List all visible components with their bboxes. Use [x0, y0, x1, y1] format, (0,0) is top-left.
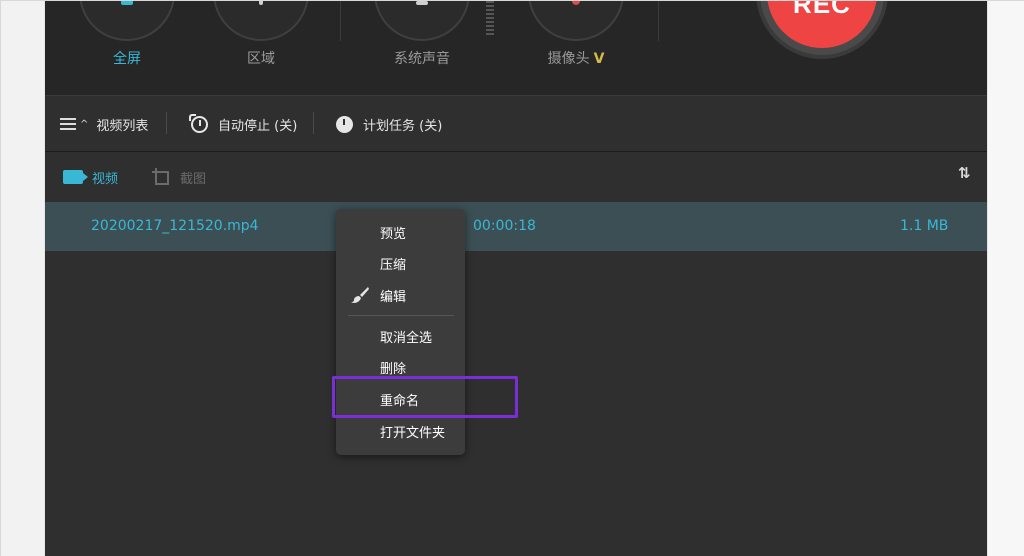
window-frame: 全屏 区域 系统声音 摄像头 V REC ^ 视频列表 自动停止 (关) 计划任…: [0, 0, 1024, 556]
context-menu: 预览 压缩 编辑 取消全选 删除 重命名 打开文件夹: [336, 209, 465, 455]
file-duration: 00:00:18: [473, 218, 536, 234]
rec-button[interactable]: REC: [756, 1, 888, 59]
menu-item-open-folder[interactable]: 打开文件夹: [336, 419, 465, 443]
menu-item-compress[interactable]: 压缩: [336, 251, 465, 275]
table-row[interactable]: 20200217_121520.mp4 00:00:18 1.1 MB: [45, 202, 987, 251]
mode-system-audio-label: 系统声音: [394, 51, 450, 67]
scheduled-task-label: 计划任务 (关): [363, 118, 443, 134]
caret-up-icon: ^: [80, 118, 89, 130]
recorder-app: 全屏 区域 系统声音 摄像头 V REC ^ 视频列表 自动停止 (关) 计划任…: [45, 1, 987, 556]
audio-level-meter: [486, 1, 494, 37]
scheduled-task-button[interactable]: 计划任务 (关): [336, 96, 442, 152]
toolbar-separator: [166, 112, 167, 134]
mode-system-audio[interactable]: 系统声音: [362, 1, 482, 95]
fullscreen-icon: [79, 1, 175, 41]
menu-item-label: 压缩: [380, 258, 407, 273]
camera-label-text: 摄像头: [547, 51, 590, 67]
menu-divider: [348, 315, 454, 316]
left-margin: [1, 1, 45, 556]
media-tabs: 视频 截图 ⇅: [45, 152, 987, 202]
menu-item-preview[interactable]: 预览: [336, 220, 465, 244]
menu-item-deselect-all[interactable]: 取消全选: [336, 324, 465, 348]
file-name: 20200217_121520.mp4: [91, 218, 259, 234]
crop-icon: [152, 168, 170, 186]
rec-label: REC: [793, 1, 851, 19]
video-list-label: 视频列表: [96, 118, 149, 134]
file-size: 1.1 MB: [900, 218, 949, 234]
menu-item-label: 预览: [380, 227, 407, 242]
mode-bar: 全屏 区域 系统声音 摄像头 V REC: [45, 1, 987, 95]
auto-stop-button[interactable]: 自动停止 (关): [189, 96, 298, 152]
right-margin: [987, 1, 1024, 556]
mode-divider: [658, 1, 659, 41]
menu-item-edit[interactable]: 编辑: [336, 283, 465, 307]
mode-region[interactable]: 区域: [201, 1, 321, 95]
list-icon: [60, 118, 76, 130]
mode-region-label: 区域: [247, 51, 275, 67]
camera-icon: [528, 1, 624, 41]
rename-highlight: [332, 376, 518, 418]
auto-stop-label: 自动停止 (关): [218, 118, 298, 134]
chevron-down-icon[interactable]: V: [594, 51, 605, 67]
tab-video[interactable]: 视频: [63, 152, 118, 202]
mode-fullscreen-label: 全屏: [113, 51, 141, 67]
mode-camera-label: 摄像头 V: [516, 48, 636, 68]
video-list-button[interactable]: ^ 视频列表: [60, 96, 148, 152]
mode-divider: [340, 1, 341, 41]
clock-icon: [336, 115, 353, 133]
paintbrush-icon: [351, 287, 369, 303]
menu-item-label: 编辑: [380, 290, 407, 305]
speaker-icon: [374, 1, 470, 41]
tab-video-label: 视频: [92, 171, 119, 187]
video-camera-icon: [63, 170, 88, 184]
sort-icon[interactable]: ⇅: [958, 164, 971, 182]
menu-item-label: 打开文件夹: [380, 426, 446, 441]
tab-screenshot-label: 截图: [180, 171, 207, 187]
menu-item-label: 取消全选: [380, 331, 433, 346]
mode-camera[interactable]: 摄像头 V: [516, 1, 636, 95]
toolbar: ^ 视频列表 自动停止 (关) 计划任务 (关): [45, 95, 987, 152]
menu-item-label: 删除: [380, 362, 407, 377]
alarm-clock-icon: [189, 113, 208, 133]
mode-fullscreen[interactable]: 全屏: [67, 1, 187, 95]
region-icon: [213, 1, 309, 41]
toolbar-separator: [313, 112, 314, 134]
tab-screenshot[interactable]: 截图: [152, 152, 206, 202]
